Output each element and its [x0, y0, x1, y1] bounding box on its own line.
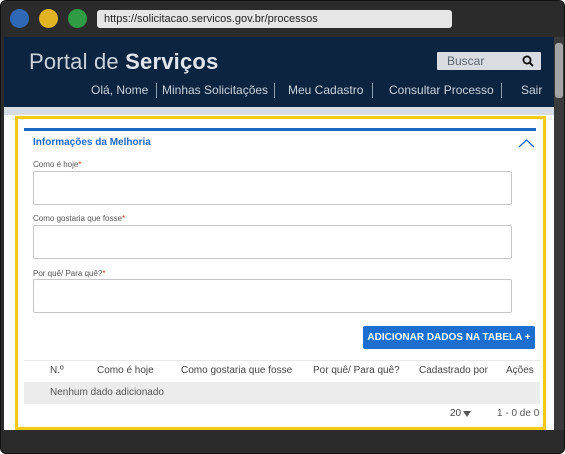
page-scrollbar[interactable] [554, 37, 564, 430]
column-header[interactable]: N.º [50, 365, 64, 376]
nav-item-user[interactable]: Olá, Nome [91, 82, 148, 98]
required-mark: * [78, 160, 82, 169]
field-label-text: Como é hoje [33, 160, 79, 169]
required-mark: * [102, 269, 106, 278]
site-logo[interactable]: Portal de Serviços [29, 49, 219, 75]
header-divider [4, 107, 554, 115]
column-header[interactable]: Por quê/ Para quê? [313, 365, 400, 376]
nav-item-minhas-solicitacoes[interactable]: Minhas Solicitações [162, 82, 268, 98]
brand-light-text: Portal de [29, 49, 126, 74]
nav-item-meu-cadastro[interactable]: Meu Cadastro [288, 82, 363, 98]
brand-bold-text: Serviços [125, 49, 219, 74]
nav-item-sair[interactable]: Sair [521, 82, 542, 98]
panel-accent-bar [24, 128, 536, 131]
search-placeholder: Buscar [447, 54, 485, 68]
column-header[interactable]: Como é hoje [97, 365, 154, 376]
column-header[interactable]: Cadastrado por [419, 365, 488, 376]
chevron-up-icon[interactable] [518, 138, 535, 148]
nav-separator [274, 83, 275, 98]
window-minimize-button[interactable] [39, 9, 58, 28]
browser-window: https://solicitacao.servicos.gov.br/proc… [0, 0, 565, 454]
section-title: Informações da Melhoria [33, 137, 151, 148]
nav-separator [156, 83, 157, 98]
empty-table-message: Nenhum dado adicionado [50, 387, 164, 398]
site-header: Portal de Serviços Buscar Olá, Nome Minh… [4, 37, 554, 107]
como-gostaria-input[interactable] [33, 225, 512, 259]
address-bar[interactable]: https://solicitacao.servicos.gov.br/proc… [97, 10, 452, 28]
field-label-como-gostaria: Como gostaria que fosse* [33, 214, 125, 223]
field-label-text: Por quê/ Para quê? [33, 269, 103, 278]
table-row: Nenhum dado adicionado [24, 382, 540, 404]
browser-bottom-frame [1, 430, 564, 453]
nav-item-consultar-processo[interactable]: Consultar Processo [389, 82, 494, 98]
nav-separator [501, 83, 502, 98]
scrollbar-thumb[interactable] [555, 43, 563, 98]
required-mark: * [121, 214, 126, 223]
rows-per-page-select[interactable]: 20 [450, 408, 461, 419]
search-input[interactable]: Buscar [437, 52, 541, 70]
column-header[interactable]: Ações [506, 365, 534, 376]
nav-separator [372, 83, 373, 98]
field-label-text: Como gostaria que fosse [33, 214, 122, 223]
melhoria-panel: Informações da Melhoria Como é hoje* Com… [15, 116, 546, 430]
column-header[interactable]: Como gostaria que fosse [181, 365, 292, 376]
pagination-range: 1 - 0 de 0 [497, 408, 540, 419]
window-close-button[interactable] [10, 9, 29, 28]
page-viewport: Portal de Serviços Buscar Olá, Nome Minh… [4, 37, 554, 430]
browser-titlebar: https://solicitacao.servicos.gov.br/proc… [1, 1, 564, 37]
por-que-input[interactable] [33, 279, 512, 313]
add-to-table-button[interactable]: ADICIONAR DADOS NA TABELA + [363, 326, 535, 349]
search-icon[interactable] [522, 55, 534, 67]
window-maximize-button[interactable] [68, 9, 87, 28]
field-label-como-e-hoje: Como é hoje* [33, 160, 81, 169]
table-header: N.º Como é hoje Como gostaria que fosse … [24, 360, 540, 382]
como-e-hoje-input[interactable] [33, 171, 512, 205]
field-label-por-que: Por quê/ Para quê?* [33, 269, 106, 278]
main-nav: Olá, Nome Minhas Solicitações Meu Cadast… [4, 82, 554, 100]
caret-down-icon[interactable] [463, 411, 471, 417]
